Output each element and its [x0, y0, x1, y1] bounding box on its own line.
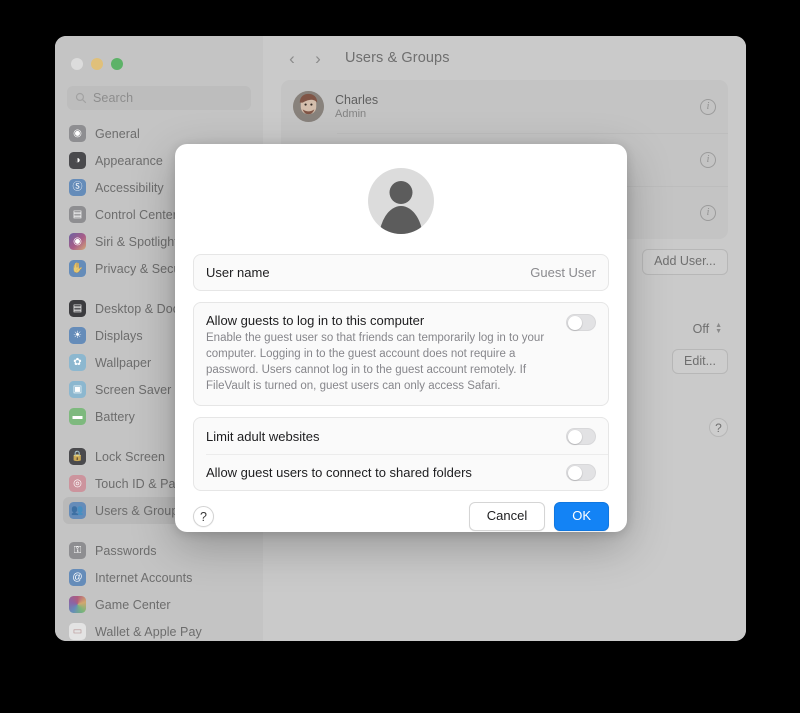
- shared-folders-toggle[interactable]: [566, 464, 596, 482]
- dialog-help-button[interactable]: ?: [193, 506, 214, 528]
- avatar: [293, 91, 324, 122]
- shared-folders-title: Allow guest users to connect to shared f…: [206, 464, 472, 480]
- users-icon: 👥: [69, 502, 86, 519]
- user-info: Charles Admin: [335, 93, 378, 120]
- sidebar-item-label: Battery: [95, 409, 135, 424]
- dialog-footer: ? Cancel OK: [193, 502, 609, 547]
- forward-button[interactable]: ›: [307, 47, 329, 69]
- info-button[interactable]: i: [700, 98, 716, 115]
- memoji-avatar-icon: [293, 91, 324, 122]
- page-title: Users & Groups: [345, 50, 450, 66]
- user-role: Admin: [335, 108, 367, 120]
- toolbar: ‹ › Users & Groups: [263, 36, 746, 80]
- sidebar-item-label: Game Center: [95, 597, 171, 612]
- displays-icon: ☀: [69, 327, 86, 344]
- fingerprint-icon: ◎: [69, 475, 86, 492]
- allow-guests-group: Allow guests to log in to this computer …: [193, 302, 609, 407]
- search-field[interactable]: Search: [67, 86, 251, 110]
- ok-button[interactable]: OK: [554, 502, 609, 532]
- search-placeholder: Search: [93, 91, 134, 105]
- add-user-button[interactable]: Add User...: [642, 249, 728, 275]
- sidebar-item-internet-accounts[interactable]: @ Internet Accounts: [63, 564, 255, 591]
- sidebar-item-general[interactable]: ◉ General: [63, 120, 255, 147]
- username-group: User name Guest User: [193, 254, 609, 291]
- key-icon: ⚿: [69, 542, 86, 559]
- screen: Search ◉ General ◑ Appearance Ⓢ Accessib…: [0, 0, 800, 713]
- person-placeholder-icon[interactable]: [368, 168, 434, 234]
- limit-adult-websites-toggle[interactable]: [566, 428, 596, 446]
- username-row: User name Guest User: [194, 255, 608, 290]
- automatic-login-value: Off: [692, 321, 710, 336]
- sidebar-item-label: General: [95, 126, 140, 141]
- sidebar-item-label: Wallet & Apple Pay: [95, 624, 202, 639]
- info-button[interactable]: i: [700, 204, 716, 221]
- gear-icon: ◉: [69, 125, 86, 142]
- accessibility-icon: Ⓢ: [69, 179, 86, 196]
- allow-guests-texts: Allow guests to log in to this computer …: [206, 313, 554, 394]
- minimize-button[interactable]: [91, 57, 103, 70]
- back-button[interactable]: ‹: [281, 47, 303, 69]
- toggle-knob: [568, 316, 582, 330]
- automatic-login-popup[interactable]: Off ▲ ▼: [687, 319, 728, 339]
- allow-guests-toggle[interactable]: [566, 314, 596, 331]
- wallpaper-icon: ✿: [69, 354, 86, 371]
- guest-options-group: Limit adult websites Allow guest users t…: [193, 417, 609, 492]
- sidebar-item-wallet[interactable]: ▭ Wallet & Apple Pay: [63, 618, 255, 641]
- search-icon: [75, 92, 87, 104]
- sidebar-item-label: Control Center: [95, 207, 177, 222]
- chevron-updown-icon: ▲ ▼: [715, 321, 722, 335]
- avatar-body: [379, 206, 423, 234]
- privacy-icon: ✋: [69, 260, 86, 277]
- sidebar-item-label: Displays: [95, 328, 143, 343]
- desktop-dock-icon: ▤: [69, 300, 86, 317]
- user-name: Charles: [335, 93, 379, 107]
- allow-guests-description: Enable the guest user so that friends ca…: [206, 332, 545, 392]
- sidebar-item-label: Desktop & Dock: [95, 301, 186, 316]
- allow-guests-row: Allow guests to log in to this computer …: [194, 303, 608, 405]
- window-controls: [55, 44, 263, 74]
- avatar-head: [389, 181, 413, 204]
- sidebar-item-label: Lock Screen: [95, 449, 166, 464]
- appearance-icon: ◑: [69, 152, 86, 169]
- sidebar-item-label: Appearance: [95, 153, 163, 168]
- sidebar-item-label: Users & Groups: [95, 503, 185, 518]
- limit-adult-websites-row: Limit adult websites: [194, 418, 608, 454]
- username-value: Guest User: [530, 265, 596, 280]
- control-center-icon: ▤: [69, 206, 86, 223]
- limit-adult-websites-title: Limit adult websites: [206, 428, 320, 444]
- toggle-knob: [568, 430, 582, 445]
- dialog-actions: Cancel OK: [468, 502, 609, 532]
- cancel-button[interactable]: Cancel: [468, 502, 546, 532]
- sidebar-item-label: Passwords: [95, 543, 157, 558]
- allow-guests-title: Allow guests to log in to this computer: [206, 313, 425, 328]
- help-button[interactable]: ?: [709, 418, 728, 438]
- game-center-icon: [69, 596, 86, 613]
- siri-icon: ◉: [69, 233, 86, 250]
- sidebar-item-label: Screen Saver: [95, 382, 172, 397]
- edit-button[interactable]: Edit...: [672, 348, 728, 375]
- battery-icon: ▬: [69, 408, 86, 425]
- zoom-button[interactable]: [111, 57, 123, 70]
- wallet-icon: ▭: [69, 623, 86, 640]
- shared-folders-row: Allow guest users to connect to shared f…: [194, 454, 608, 490]
- sidebar-item-label: Internet Accounts: [95, 570, 193, 585]
- info-button[interactable]: i: [700, 151, 716, 168]
- username-label: User name: [206, 265, 270, 280]
- sidebar-item-game-center[interactable]: Game Center: [63, 591, 255, 618]
- sidebar-item-label: Siri & Spotlight: [95, 234, 178, 249]
- guest-user-dialog: User name Guest User Allow guests to log…: [175, 144, 627, 532]
- sidebar-item-label: Wallpaper: [95, 355, 152, 370]
- close-button[interactable]: [71, 57, 83, 70]
- table-row[interactable]: Charles Admin i: [281, 80, 728, 133]
- screen-saver-icon: ▣: [69, 381, 86, 398]
- sidebar-item-label: Accessibility: [95, 180, 164, 195]
- at-sign-icon: @: [69, 569, 86, 586]
- lock-icon: 🔒: [69, 448, 86, 465]
- guest-avatar-container: [193, 144, 609, 254]
- toggle-knob: [568, 466, 582, 481]
